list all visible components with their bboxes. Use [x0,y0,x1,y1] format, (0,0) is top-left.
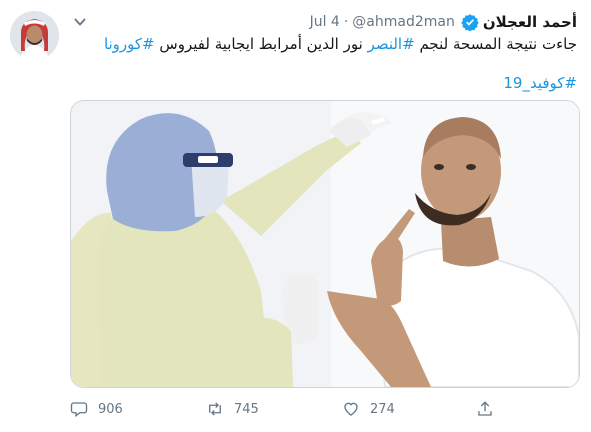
retweet-count: 745 [234,401,259,417]
reply-count: 906 [98,401,123,417]
hashtag-link-corona[interactable]: #كورونا [104,35,155,53]
reply-button[interactable]: 906 [70,394,123,424]
tweet-actions: 906 745 274 [70,394,510,424]
tweet-header: Jul 4 · @ahmad2man أحمد العجلان [70,12,577,32]
tweet-card[interactable]: Jul 4 · @ahmad2man أحمد العجلان جاءت نتي… [0,0,591,432]
tweet-text: جاءت نتيجة المسحة لنجم #النصر نور الدين … [70,34,577,93]
tweet-text-line-1: جاءت نتيجة المسحة لنجم #النصر نور الدين … [70,34,577,54]
user-handle[interactable]: @ahmad2man [352,14,455,30]
reply-icon [70,402,88,418]
separator-dot: · [343,14,349,30]
hashtag-link-covid[interactable]: #كوفيد_19 [503,74,577,92]
tweet-text-rest: نور الدين أمرابط ايجابية لفيروس [154,35,368,53]
user-display-name[interactable]: أحمد العجلان [483,13,577,31]
like-icon [344,402,358,416]
chevron-down-icon[interactable] [70,12,90,32]
share-icon [478,401,492,416]
like-button[interactable]: 274 [342,394,395,424]
tweet-text-line-2: #كوفيد_19 [70,73,577,93]
retweet-icon [209,402,221,416]
verified-badge-icon [461,13,479,31]
share-button[interactable] [476,394,504,424]
retweet-button[interactable]: 745 [206,394,259,424]
tweet-media-image[interactable] [70,100,580,388]
hashtag-link-club[interactable]: #النصر [368,35,415,53]
tweet-text-main: جاءت نتيجة المسحة لنجم [414,35,577,53]
tweet-date[interactable]: Jul 4 [310,14,340,30]
avatar[interactable] [10,11,59,60]
like-count: 274 [370,401,395,417]
